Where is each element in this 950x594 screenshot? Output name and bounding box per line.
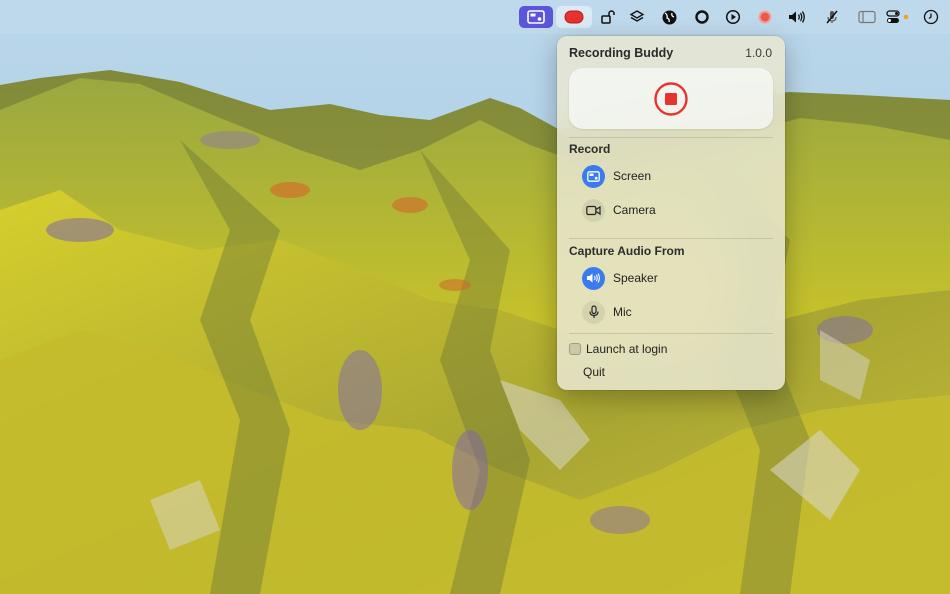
- screen-record-app-icon[interactable]: [519, 6, 553, 28]
- launch-at-login-checkbox[interactable]: [569, 343, 581, 355]
- desktop-wallpaper: [0, 0, 950, 594]
- play-circle-icon[interactable]: [720, 6, 746, 28]
- lock-open-icon[interactable]: [595, 6, 621, 28]
- record-option-screen[interactable]: Screen: [582, 163, 772, 189]
- menu-bar: [0, 0, 950, 34]
- globe-icon[interactable]: [656, 6, 682, 28]
- camera-icon: [582, 198, 605, 222]
- record-dot-icon[interactable]: [752, 6, 778, 28]
- record-option-camera-label: Camera: [613, 203, 656, 217]
- mic-muted-icon[interactable]: [819, 6, 845, 28]
- mic-icon: [582, 300, 605, 324]
- layers-icon[interactable]: [624, 6, 650, 28]
- stop-record-icon: [654, 81, 688, 116]
- record-app-icon[interactable]: [556, 6, 592, 28]
- clock-icon[interactable]: [918, 6, 944, 28]
- record-option-camera[interactable]: Camera: [582, 197, 772, 223]
- app-version: 1.0.0: [745, 46, 772, 60]
- divider: [569, 137, 773, 138]
- audio-option-mic[interactable]: Mic: [582, 299, 772, 325]
- stop-recording-button[interactable]: [569, 68, 773, 129]
- screen-icon: [582, 164, 605, 188]
- sidebar-icon[interactable]: [854, 6, 880, 28]
- record-section-title: Record: [569, 142, 611, 156]
- control-center-icon[interactable]: [885, 6, 911, 28]
- divider: [569, 238, 773, 239]
- speaker-icon[interactable]: [784, 6, 810, 28]
- launch-at-login-label: Launch at login: [586, 342, 668, 356]
- divider: [569, 333, 773, 334]
- speaker-icon: [582, 266, 605, 290]
- launch-at-login-option[interactable]: Launch at login: [569, 341, 667, 357]
- record-option-screen-label: Screen: [613, 169, 652, 183]
- circle-icon[interactable]: [689, 6, 715, 28]
- recording-buddy-popover: Recording Buddy 1.0.0 Record Screen Came…: [557, 36, 785, 390]
- audio-section-title: Capture Audio From: [569, 244, 685, 258]
- audio-option-speaker-label: Speaker: [613, 271, 658, 285]
- quit-menu-item[interactable]: Quit: [583, 365, 605, 379]
- audio-option-mic-label: Mic: [613, 305, 632, 319]
- audio-option-speaker[interactable]: Speaker: [582, 265, 772, 291]
- app-title: Recording Buddy: [569, 46, 674, 60]
